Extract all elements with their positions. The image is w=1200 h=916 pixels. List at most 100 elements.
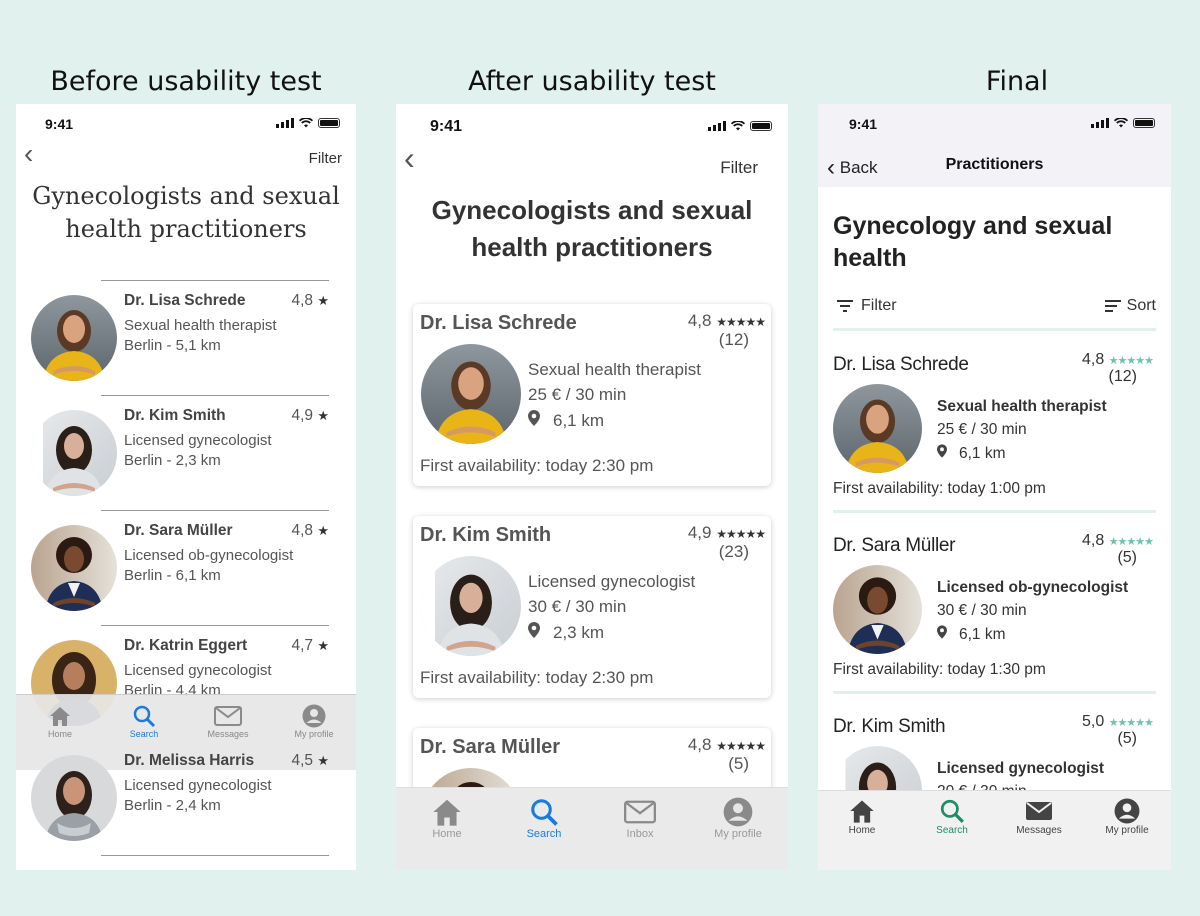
filter-button[interactable]: Filter <box>836 297 897 315</box>
column-title-final: Final <box>985 66 1049 97</box>
profile-icon <box>302 704 326 728</box>
tab-home[interactable]: Home <box>412 796 482 840</box>
distance-value: 6,1 km <box>553 411 605 430</box>
location: Berlin - 5,1 km <box>124 337 221 354</box>
review-count: (12) <box>718 330 749 349</box>
title-line-2: health practitioners <box>471 232 713 262</box>
location-pin-icon <box>528 410 540 426</box>
tab-inbox[interactable]: Inbox <box>605 796 675 840</box>
column-title-before: Before usability test <box>50 66 322 97</box>
specialty: Licensed gynecologist <box>124 777 272 794</box>
star-icon: ★ <box>317 523 329 538</box>
search-icon <box>531 799 558 826</box>
tab-label: Search <box>129 729 159 739</box>
tab-search[interactable]: Search <box>919 797 985 836</box>
filter-icon <box>837 300 853 312</box>
list-item[interactable]: Dr. Lisa Schrede 4,8 ★ Sexual health the… <box>16 280 356 395</box>
tab-profile[interactable]: My profile <box>1094 797 1160 836</box>
status-bar: 9:41 <box>396 104 788 140</box>
availability: First availability: today 1:30 pm <box>833 661 1046 678</box>
status-time: 9:41 <box>45 116 74 132</box>
mail-icon <box>214 706 242 726</box>
price: 30 € / 30 min <box>937 602 1027 619</box>
divider <box>101 625 329 626</box>
distance-value: 2,3 km <box>553 623 605 642</box>
location: Berlin - 6,1 km <box>124 567 221 584</box>
rating: 4,8 ★ <box>291 292 329 310</box>
distance: 6,1 km <box>937 444 1006 463</box>
list-item[interactable]: Dr. Sara Müller 4,8 ★★★★★ (5) Licensed ob… <box>818 533 1171 715</box>
filter-label: Filter <box>861 297 897 314</box>
rating: 4,8 ★★★★★ (12) <box>688 312 766 349</box>
tab-search[interactable]: Search <box>509 796 579 840</box>
filter-button[interactable]: Filter <box>309 150 342 167</box>
back-chevron-icon[interactable]: ‹ <box>24 138 33 170</box>
status-bar: 9:41 <box>818 104 1171 140</box>
divider <box>101 395 329 396</box>
tab-label: Search <box>936 825 968 836</box>
review-count: (5) <box>728 754 749 773</box>
distance-value: 6,1 km <box>959 626 1006 643</box>
price: 30 € / 30 min <box>528 597 627 616</box>
doctor-name: Dr. Katrin Eggert <box>124 637 248 654</box>
rating-value: 4,8 <box>291 292 314 309</box>
list-item[interactable]: Dr. Melissa Harris 4,5 ★ Licensed gyneco… <box>16 740 356 855</box>
sort-button[interactable]: Sort <box>1104 297 1156 315</box>
tab-profile[interactable]: My profile <box>284 703 344 739</box>
sort-icon <box>1104 300 1121 312</box>
battery-icon <box>318 118 340 128</box>
nav-title: Practitioners <box>945 156 1044 173</box>
price: 25 € / 30 min <box>528 385 627 404</box>
sort-label: Sort <box>1126 297 1156 314</box>
availability: First availability: today 2:30 pm <box>420 456 654 475</box>
location: Berlin - 2,4 km <box>124 797 221 814</box>
star-icon: ★ <box>317 293 329 308</box>
list-item[interactable]: Dr. Sara Müller 4,8 ★ Licensed ob-gyneco… <box>16 510 356 625</box>
specialty: Licensed gynecologist <box>937 760 1105 777</box>
doctor-name: Dr. Lisa Schrede <box>833 354 969 375</box>
tab-messages[interactable]: Messages <box>198 703 258 739</box>
tab-home[interactable]: Home <box>30 703 90 739</box>
distance-value: 6,1 km <box>959 445 1006 462</box>
price: 25 € / 30 min <box>937 421 1027 438</box>
title-line-1: Gynecologists and sexual <box>32 182 340 210</box>
tab-home[interactable]: Home <box>829 797 895 836</box>
profile-icon <box>723 797 753 827</box>
location-pin-icon <box>937 444 947 458</box>
practitioner-card[interactable]: Dr. Lisa Schrede 4,8 ★★★★★ (12) Sexual he… <box>413 304 771 486</box>
title-line-2: health <box>833 244 907 272</box>
divider <box>833 510 1156 513</box>
list-item[interactable]: Dr. Lisa Schrede 4,8 ★★★★★ (12) Sexual he… <box>818 351 1171 534</box>
doctor-name: Dr. Sara Müller <box>833 535 956 556</box>
location: Berlin - 2,3 km <box>124 452 221 469</box>
nav-header: 9:41 ‹ Back Practitioners <box>818 104 1171 187</box>
signal-icon <box>1091 118 1109 128</box>
tab-messages[interactable]: Messages <box>1006 797 1072 836</box>
search-icon <box>940 799 964 823</box>
rating-value: 4,5 <box>291 752 314 769</box>
wifi-icon <box>731 121 745 131</box>
tab-bar: Home Search Messages My profile <box>818 790 1171 870</box>
home-icon <box>433 799 461 826</box>
tab-search[interactable]: Search <box>114 703 174 739</box>
tab-label: My profile <box>714 828 762 840</box>
star-icon: ★ <box>317 753 329 768</box>
phone-final: 9:41 ‹ Back Practitioners Gynecology and… <box>818 104 1171 870</box>
rating-value: 4,8 <box>1081 351 1105 368</box>
practitioner-card[interactable]: Dr. Kim Smith 4,9 ★★★★★ (23) Licensed gyn… <box>413 516 771 698</box>
rating: 4,8 ★★★★★ (5) <box>1082 533 1154 566</box>
filter-button[interactable]: Filter <box>720 158 758 178</box>
phone-after: 9:41 ‹ Filter Gynecologists and sexual h… <box>396 104 788 870</box>
back-chevron-icon[interactable]: ‹ <box>404 140 415 177</box>
tab-label: Home <box>432 828 462 840</box>
list-item[interactable]: Dr. Kim Smith 4,9 ★ Licensed gynecologis… <box>16 395 356 510</box>
search-icon <box>133 705 156 728</box>
divider <box>101 280 329 281</box>
wifi-icon <box>299 118 313 128</box>
tab-label: Inbox <box>626 828 654 840</box>
doctor-name: Dr. Kim Smith <box>124 407 226 424</box>
distance: 6,1 km <box>937 625 1006 644</box>
specialty: Licensed gynecologist <box>124 432 272 449</box>
page-title: Gynecologists and sexual health practiti… <box>396 192 788 266</box>
tab-profile[interactable]: My profile <box>703 796 773 840</box>
